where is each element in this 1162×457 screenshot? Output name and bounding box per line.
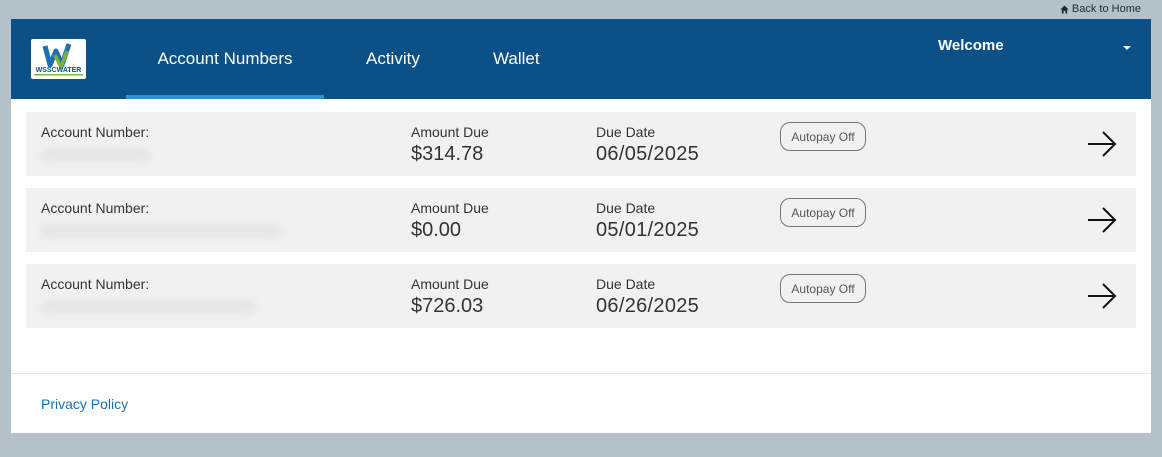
back-to-home-label: Back to Home — [1071, 3, 1141, 15]
amount-due-value: $314.78 — [411, 143, 484, 165]
app-header: WSSCWATER Account Numbers Activity Walle… — [11, 19, 1151, 99]
due-date-label: Due Date — [596, 276, 656, 292]
tab-account-numbers-label: Account Numbers — [157, 49, 293, 68]
tab-activity-label: Activity — [366, 49, 420, 68]
account-number-label: Account Number: — [41, 276, 150, 292]
top-bar: Back to Home — [0, 0, 1162, 19]
redacted-account-number — [41, 300, 256, 314]
autopay-status-badge[interactable]: Autopay Off — [780, 198, 866, 227]
amount-due-value: $0.00 — [411, 219, 462, 241]
footer-divider — [11, 373, 1151, 374]
arrow-right-icon[interactable] — [1086, 206, 1118, 234]
caret-down-icon[interactable] — [1123, 46, 1131, 50]
due-date-value: 06/05/2025 — [596, 143, 700, 165]
privacy-policy-link[interactable]: Privacy Policy — [41, 396, 128, 412]
redacted-account-number — [41, 148, 151, 162]
arrow-right-icon[interactable] — [1086, 282, 1118, 310]
account-card[interactable]: Account Number: Amount Due $314.78 Due D… — [26, 112, 1136, 176]
tab-account-numbers[interactable]: Account Numbers — [126, 19, 324, 99]
autopay-status-badge[interactable]: Autopay Off — [780, 122, 866, 151]
tab-wallet-label: Wallet — [493, 49, 540, 68]
tab-wallet[interactable]: Wallet — [493, 19, 540, 99]
amount-due-label: Amount Due — [411, 276, 489, 292]
welcome-menu[interactable]: Welcome — [938, 37, 1004, 54]
due-date-value: 05/01/2025 — [596, 219, 700, 241]
due-date-value: 06/26/2025 — [596, 295, 700, 317]
redacted-account-number — [41, 224, 281, 238]
due-date-label: Due Date — [596, 124, 656, 140]
home-icon — [1060, 4, 1069, 14]
logo-text: WSSCWATER — [36, 67, 82, 74]
due-date-label: Due Date — [596, 200, 656, 216]
account-card[interactable]: Account Number: Amount Due $0.00 Due Dat… — [26, 188, 1136, 252]
autopay-status-badge[interactable]: Autopay Off — [780, 274, 866, 303]
account-number-label: Account Number: — [41, 200, 150, 216]
back-to-home-link[interactable]: Back to Home — [1060, 3, 1141, 15]
account-number-label: Account Number: — [41, 124, 150, 140]
tab-activity[interactable]: Activity — [366, 19, 420, 99]
wssc-water-logo[interactable]: WSSCWATER — [31, 39, 86, 79]
main-frame: WSSCWATER Account Numbers Activity Walle… — [11, 19, 1151, 433]
amount-due-value: $726.03 — [411, 295, 484, 317]
arrow-right-icon[interactable] — [1086, 130, 1118, 158]
account-card[interactable]: Account Number: Amount Due $726.03 Due D… — [26, 264, 1136, 328]
amount-due-label: Amount Due — [411, 124, 489, 140]
amount-due-label: Amount Due — [411, 200, 489, 216]
